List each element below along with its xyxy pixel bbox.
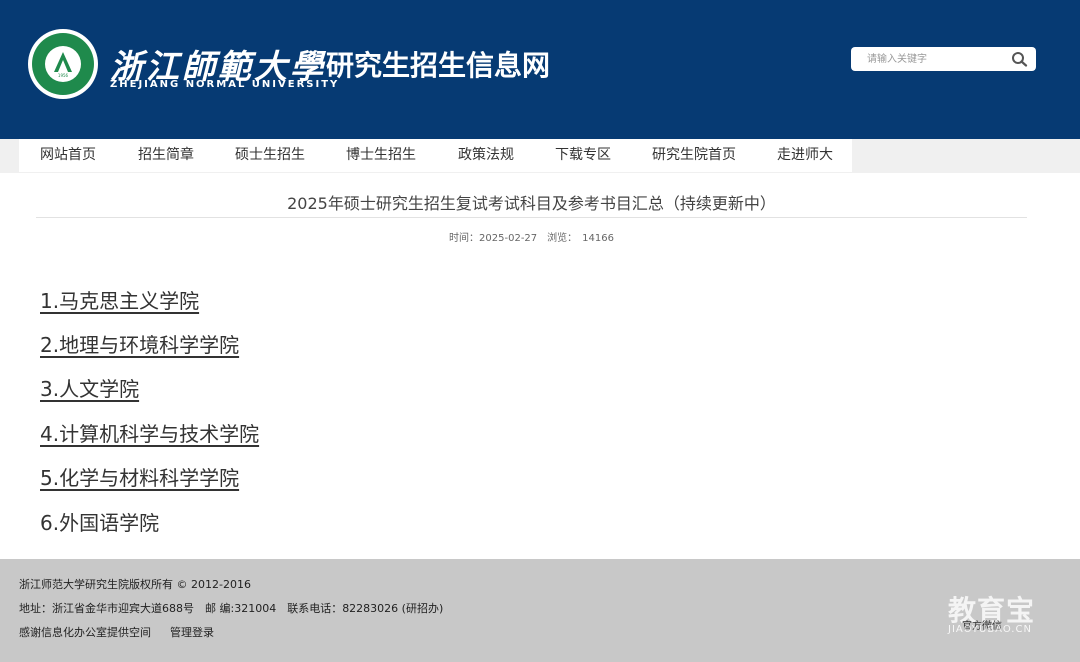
university-name-en: ZHEJIANG NORMAL UNIVERSITY xyxy=(110,79,340,90)
search-input[interactable] xyxy=(851,47,1006,71)
site-header: 1956 浙江師範大學 ZHEJIANG NORMAL UNIVERSITY 研… xyxy=(0,0,1080,139)
article-meta: 时间：2025-02-27 浏览： 14166 xyxy=(449,233,614,244)
main-nav: 网站首页 招生简章 硕士生招生 博士生招生 政策法规 下载专区 研究生院首页 走… xyxy=(19,139,852,172)
nav-item-about-university[interactable]: 走进师大 xyxy=(777,139,833,172)
search-box xyxy=(851,47,1036,71)
footer-links: 感谢信息化办公室提供空间 管理登录 xyxy=(19,624,214,640)
university-seal-logo[interactable]: 1956 xyxy=(28,29,98,99)
footer-copyright: 浙江师范大学研究生院版权所有 © 2012-2016 xyxy=(19,578,251,591)
college-link-computer-science[interactable]: 4.计算机科学与技术学院 xyxy=(40,418,259,447)
nav-item-doctoral-admission[interactable]: 博士生招生 xyxy=(346,139,416,172)
nav-item-graduate-school-home[interactable]: 研究生院首页 xyxy=(652,139,736,172)
seal-year: 1956 xyxy=(57,73,69,78)
article-title: 2025年硕士研究生招生复试考试科目及参考书目汇总（持续更新中） xyxy=(287,194,776,213)
college-link-marxism[interactable]: 1.马克思主义学院 xyxy=(40,285,199,314)
seal-center: 1956 xyxy=(45,46,81,82)
admin-login-link[interactable]: 管理登录 xyxy=(170,626,214,639)
jiaoyubao-watermark: 教育宝 官方微信 JIAOYUBAO.CN xyxy=(948,589,1058,639)
watermark-en: JIAOYUBAO.CN xyxy=(948,624,1032,635)
site-title: 研究生招生信息网 xyxy=(326,49,551,82)
site-footer: 浙江师范大学研究生院版权所有 © 2012-2016 地址：浙江省金华市迎宾大道… xyxy=(0,559,1080,662)
footer-credit: 感谢信息化办公室提供空间 xyxy=(19,626,151,639)
title-divider xyxy=(36,217,1027,218)
college-link-geography[interactable]: 2.地理与环境科学学院 xyxy=(40,329,239,358)
nav-item-downloads[interactable]: 下载专区 xyxy=(555,139,611,172)
nav-item-master-admission[interactable]: 硕士生招生 xyxy=(235,139,305,172)
footer-address: 地址：浙江省金华市迎宾大道688号 邮 编:321004 联系电话：822830… xyxy=(19,602,444,615)
seal-ring: 1956 xyxy=(32,33,94,95)
search-icon[interactable] xyxy=(1011,51,1029,67)
college-link-humanities[interactable]: 3.人文学院 xyxy=(40,373,139,402)
college-link-chemistry[interactable]: 5.化学与材料科学学院 xyxy=(40,462,239,491)
nav-item-admission-brochure[interactable]: 招生简章 xyxy=(138,139,194,172)
nav-item-home[interactable]: 网站首页 xyxy=(40,139,96,172)
nav-item-policies[interactable]: 政策法规 xyxy=(458,139,514,172)
college-item-foreign-languages: 6.外国语学院 xyxy=(40,511,160,535)
